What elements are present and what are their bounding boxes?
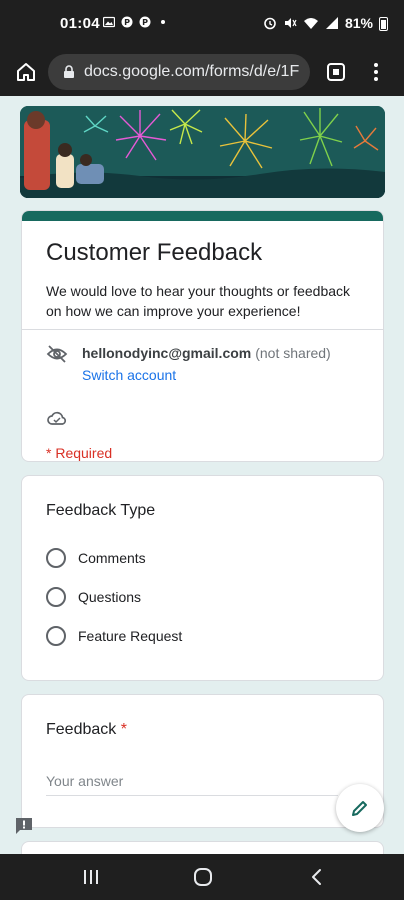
alarm-icon xyxy=(264,17,276,30)
url-text: docs.google.com/forms/d/e/1F xyxy=(84,63,300,80)
form-title: Customer Feedback xyxy=(46,239,263,266)
option-comments[interactable]: Comments xyxy=(46,548,146,568)
cloud-icon xyxy=(47,411,67,425)
image-icon xyxy=(103,16,115,28)
theme-accent-bar xyxy=(22,211,383,221)
report-feedback-icon[interactable] xyxy=(14,816,34,836)
next-question-card xyxy=(21,841,384,854)
radio-button[interactable] xyxy=(46,548,66,568)
answer-input[interactable]: Your answer xyxy=(46,773,123,789)
home-icon xyxy=(17,63,35,81)
account-email: hellonodyinc@gmail.com xyxy=(82,345,252,361)
pencil-icon xyxy=(352,801,367,816)
option-questions[interactable]: Questions xyxy=(46,587,141,607)
back-icon xyxy=(312,869,321,885)
home-nav-button[interactable] xyxy=(191,865,215,889)
home-circle-icon xyxy=(194,868,212,886)
notification-icons: P P xyxy=(103,16,169,28)
question-title: Feedback Type xyxy=(46,502,156,519)
svg-text:P: P xyxy=(124,18,130,27)
option-label: Questions xyxy=(78,589,142,605)
tab-switcher-button[interactable] xyxy=(326,62,346,82)
option-label: Comments xyxy=(78,550,146,566)
browser-toolbar: docs.google.com/forms/d/e/1F xyxy=(0,48,404,96)
mute-icon xyxy=(284,18,297,28)
switch-account-link[interactable]: Switch account xyxy=(82,367,331,383)
system-navigation-bar xyxy=(0,854,404,900)
answer-underline xyxy=(46,795,338,796)
required-note: * Required xyxy=(46,445,113,461)
form-header-card: Customer Feedback We would love to hear … xyxy=(21,210,384,462)
question-title-text: Feedback xyxy=(46,721,117,738)
lock-icon xyxy=(64,65,74,78)
eye-off-icon xyxy=(46,345,68,363)
back-button[interactable] xyxy=(305,865,329,889)
tabs-icon xyxy=(327,63,345,81)
page-content[interactable]: Customer Feedback We would love to hear … xyxy=(0,96,404,854)
signal-icon xyxy=(325,17,338,29)
address-bar[interactable]: docs.google.com/forms/d/e/1F xyxy=(48,54,310,90)
more-vert-icon xyxy=(374,63,378,81)
battery-percent: 81% xyxy=(344,15,373,31)
dot-icon xyxy=(161,20,165,24)
pinterest-icon: P xyxy=(139,16,151,28)
recent-apps-button[interactable] xyxy=(79,865,103,889)
option-label: Feature Request xyxy=(78,628,183,644)
recent-apps-icon xyxy=(84,870,98,884)
form-description: We would love to hear your thoughts or f… xyxy=(46,283,351,319)
svg-text:P: P xyxy=(142,18,148,27)
home-button[interactable] xyxy=(12,58,40,86)
status-bar: 01:04 P P 81% xyxy=(0,0,404,48)
fireworks-illustration xyxy=(20,106,385,198)
browser-menu-button[interactable] xyxy=(366,60,386,84)
system-status: 81% xyxy=(263,15,388,31)
required-asterisk: * xyxy=(120,721,127,738)
battery-icon xyxy=(379,16,388,31)
question-title: Feedback * xyxy=(46,721,127,739)
status-time: 01:04 xyxy=(60,15,100,32)
pinterest-icon: P xyxy=(121,16,133,28)
question-card-feedback-type: Feedback Type Comments Questions Feature… xyxy=(21,475,384,681)
account-info: hellonodyinc@gmail.com (not shared) Switc… xyxy=(46,345,331,383)
edit-fab-button[interactable] xyxy=(336,784,384,832)
radio-button[interactable] xyxy=(46,626,66,646)
radio-button[interactable] xyxy=(46,587,66,607)
option-feature-request[interactable]: Feature Request xyxy=(46,626,182,646)
wifi-icon xyxy=(303,18,318,29)
divider xyxy=(22,329,383,330)
question-card-feedback: Feedback * Your answer xyxy=(21,694,384,828)
not-shared-label: (not shared) xyxy=(255,345,331,361)
form-header-image xyxy=(20,106,385,198)
